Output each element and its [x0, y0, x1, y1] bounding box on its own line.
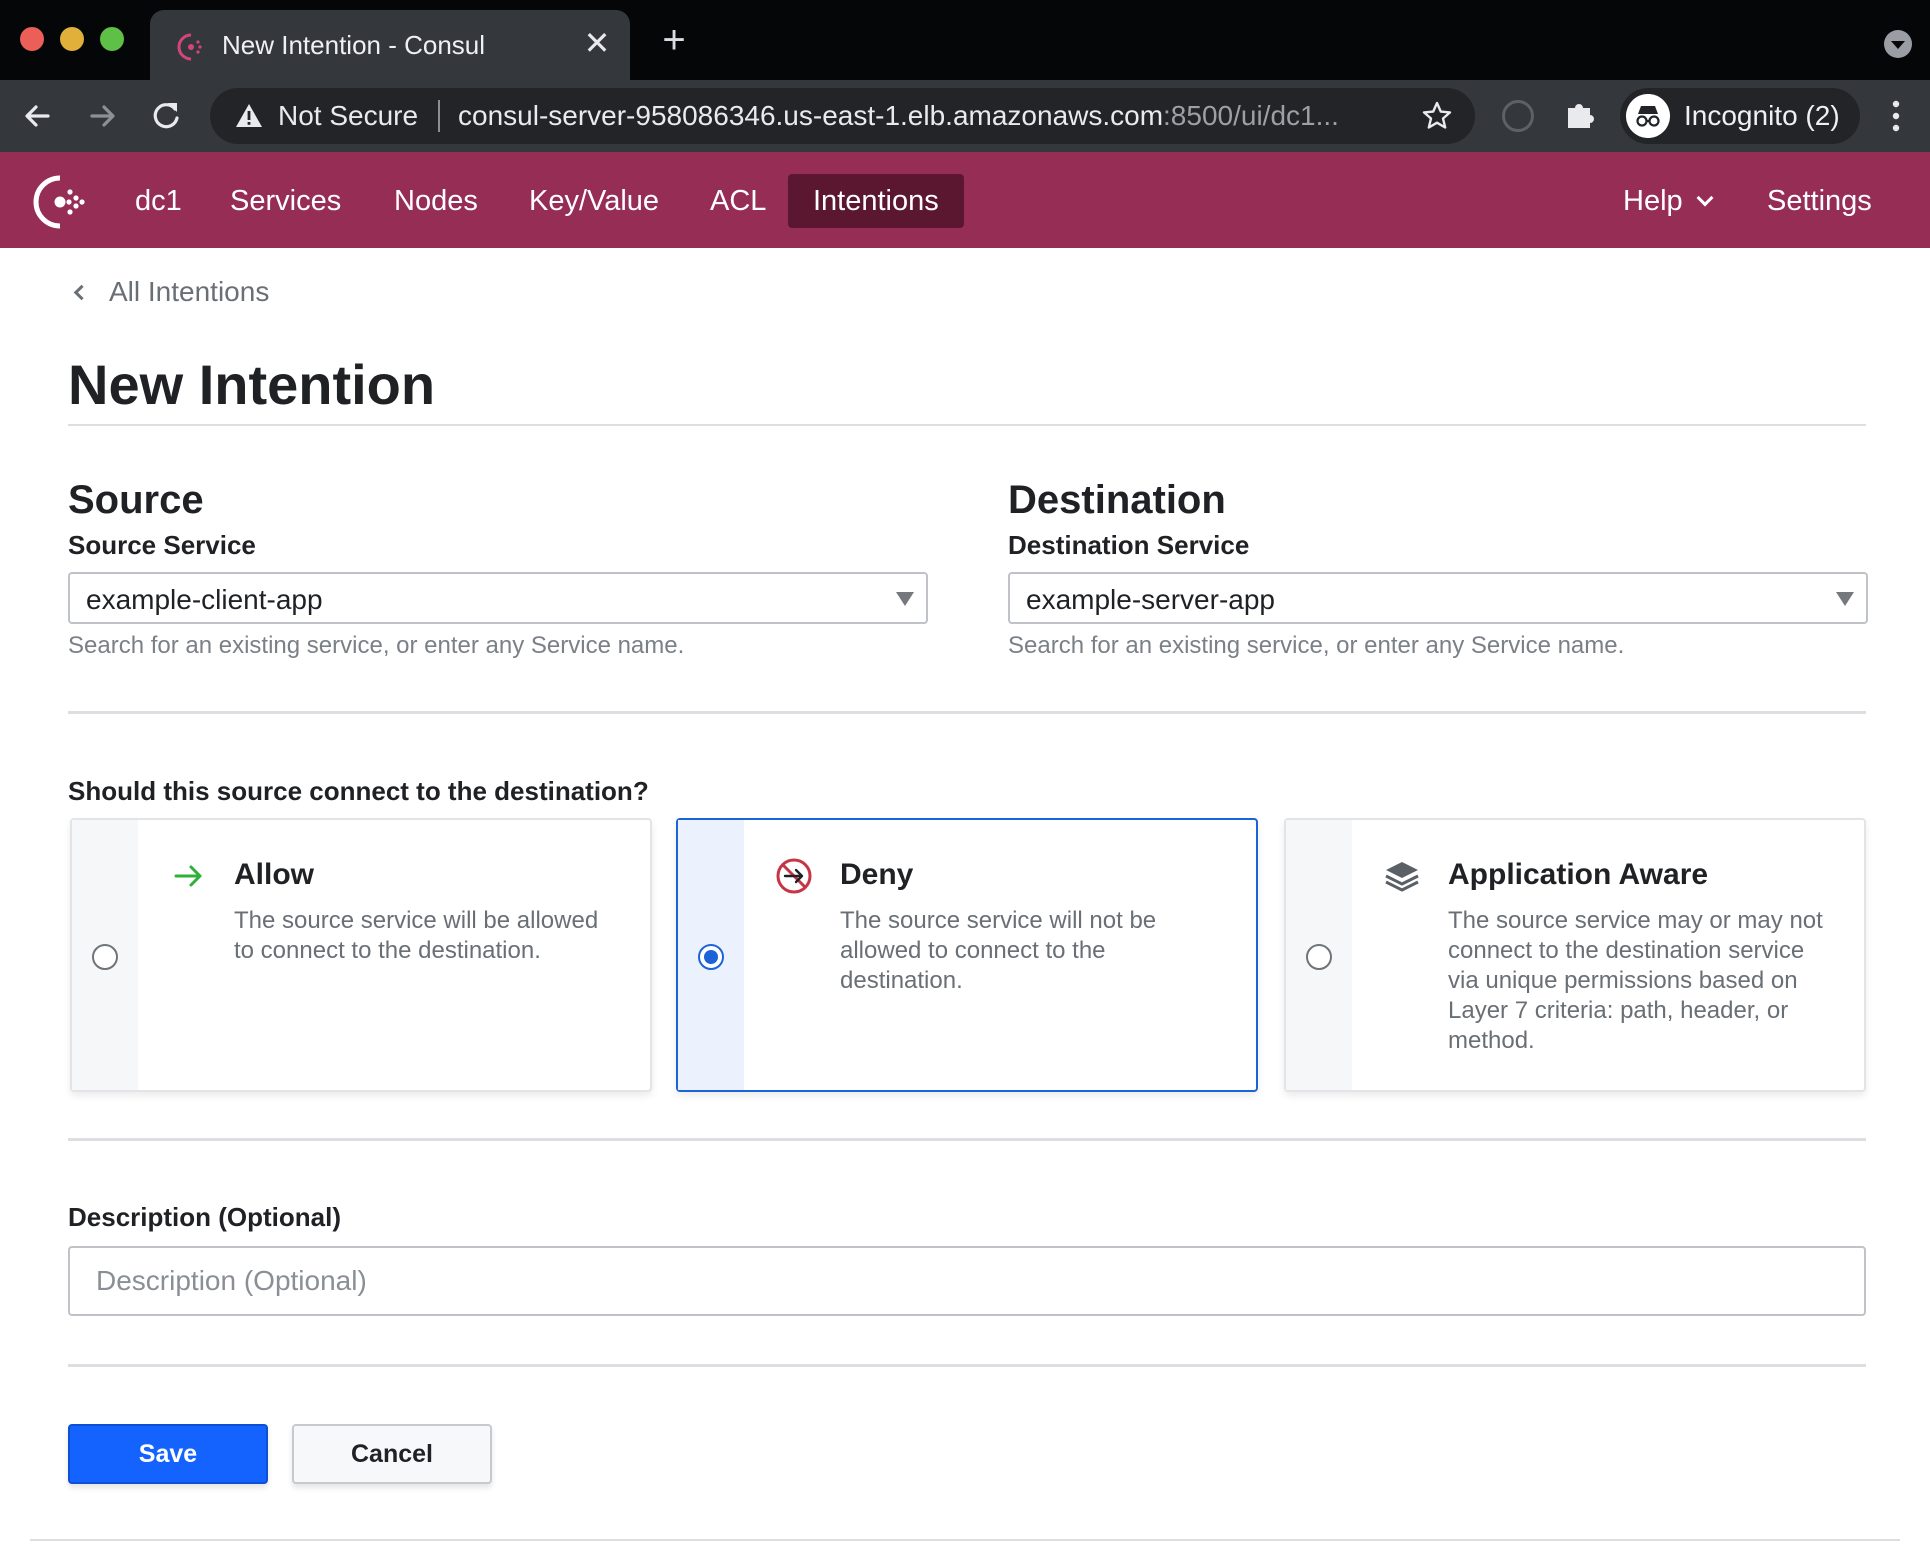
layers-icon — [1385, 862, 1419, 892]
action-question: Should this source connect to the destin… — [68, 776, 649, 806]
source-service-select[interactable]: example-client-app — [68, 572, 928, 624]
application-aware-title: Application Aware — [1448, 858, 1709, 891]
allow-radio[interactable] — [92, 944, 118, 970]
source-help-text: Search for an existing service, or enter… — [68, 632, 685, 659]
browser-tab-active[interactable]: New Intention - Consul ✕ — [150, 10, 630, 80]
destination-service-select[interactable]: example-server-app — [1008, 572, 1868, 624]
application-aware-radio[interactable] — [1306, 944, 1332, 970]
destination-heading: Destination — [1008, 478, 1226, 522]
window-minimize-button[interactable] — [60, 27, 84, 51]
page-title: New Intention — [68, 353, 436, 416]
nav-help-menu[interactable]: Help — [1598, 174, 1736, 228]
tab-close-icon[interactable]: ✕ — [580, 26, 614, 60]
forward-arrow-icon[interactable] — [80, 94, 124, 138]
new-tab-button[interactable]: + — [656, 20, 692, 60]
caret-down-icon — [1836, 592, 1854, 606]
allow-description: The source service will be allowed to co… — [234, 907, 599, 964]
url-host: consul-server-958086346.us-east-1.elb.am… — [458, 100, 1164, 131]
consul-logo-icon[interactable] — [30, 172, 90, 232]
divider — [68, 1138, 1866, 1141]
allow-title: Allow — [234, 858, 314, 891]
divider — [68, 711, 1866, 714]
chevron-down-icon — [1696, 189, 1714, 207]
chevron-left-icon — [73, 284, 90, 301]
address-bar-divider — [438, 100, 440, 132]
nav-datacenter[interactable]: dc1 — [110, 174, 207, 228]
nav-item-nodes[interactable]: Nodes — [369, 174, 503, 228]
warning-icon[interactable] — [234, 101, 264, 131]
action-option-application-aware[interactable]: Application Aware The source service may… — [1284, 818, 1866, 1092]
application-aware-description: The source service may or may not connec… — [1448, 907, 1823, 1054]
star-icon[interactable] — [1421, 100, 1453, 132]
tab-search-icon[interactable] — [1884, 30, 1912, 58]
nav-item-acl[interactable]: ACL — [685, 174, 791, 228]
tab-title: New Intention - Consul — [222, 30, 486, 60]
browser-toolbar: Not Secure consul-server-958086346.us-ea… — [0, 80, 1930, 152]
browser-tab-strip: New Intention - Consul ✕ + — [0, 0, 1930, 80]
deny-title: Deny — [840, 858, 914, 891]
breadcrumb[interactable]: All Intentions — [73, 276, 270, 308]
deny-icon — [776, 858, 812, 894]
address-bar[interactable]: Not Secure consul-server-958086346.us-ea… — [210, 88, 1475, 144]
action-option-deny[interactable]: Deny The source service will not be allo… — [676, 818, 1258, 1092]
consul-favicon-icon — [177, 33, 202, 61]
url-path: :8500/ui/dc1... — [1163, 100, 1339, 131]
kebab-menu-icon[interactable] — [1880, 96, 1912, 136]
incognito-profile-button[interactable]: Incognito (2) — [1620, 88, 1860, 144]
destination-help-text: Search for an existing service, or enter… — [1008, 632, 1625, 659]
deny-radio[interactable] — [698, 944, 724, 970]
footer-divider — [30, 1539, 1900, 1541]
destination-service-label: Destination Service — [1008, 530, 1250, 560]
nav-item-intentions[interactable]: Intentions — [788, 174, 964, 228]
cancel-button[interactable]: Cancel — [292, 1424, 492, 1484]
nav-item-settings[interactable]: Settings — [1742, 174, 1897, 228]
description-input[interactable] — [68, 1246, 1866, 1316]
save-button[interactable]: Save — [68, 1424, 268, 1484]
source-heading: Source — [68, 478, 204, 522]
caret-down-icon — [896, 592, 914, 606]
deny-description: The source service will not be allowed t… — [840, 907, 1157, 994]
window-zoom-button[interactable] — [100, 27, 124, 51]
consul-main-nav: dc1 Services Nodes Key/Value ACL Intenti… — [0, 152, 1930, 248]
action-option-allow[interactable]: Allow The source service will be allowed… — [70, 818, 652, 1092]
arrow-right-icon — [174, 865, 202, 887]
divider — [68, 1364, 1866, 1367]
incognito-label: Incognito (2) — [1684, 100, 1840, 131]
puzzle-icon[interactable] — [1562, 96, 1598, 132]
back-arrow-icon[interactable] — [16, 94, 60, 138]
nav-item-key-value[interactable]: Key/Value — [504, 174, 684, 228]
nav-item-services[interactable]: Services — [205, 174, 366, 228]
window-close-button[interactable] — [20, 27, 44, 51]
source-service-value: example-client-app — [86, 584, 323, 615]
destination-service-value: example-server-app — [1026, 584, 1275, 615]
incognito-icon — [1626, 94, 1670, 138]
security-status-label[interactable]: Not Secure — [278, 100, 418, 132]
description-label: Description (Optional) — [68, 1202, 341, 1232]
url-text[interactable]: consul-server-958086346.us-east-1.elb.am… — [458, 100, 1418, 132]
source-service-label: Source Service — [68, 530, 256, 560]
extension-icon[interactable] — [1502, 100, 1534, 132]
reload-icon[interactable] — [144, 94, 188, 138]
breadcrumb-label: All Intentions — [109, 276, 270, 307]
divider — [68, 424, 1866, 426]
nav-help-label: Help — [1623, 185, 1683, 217]
